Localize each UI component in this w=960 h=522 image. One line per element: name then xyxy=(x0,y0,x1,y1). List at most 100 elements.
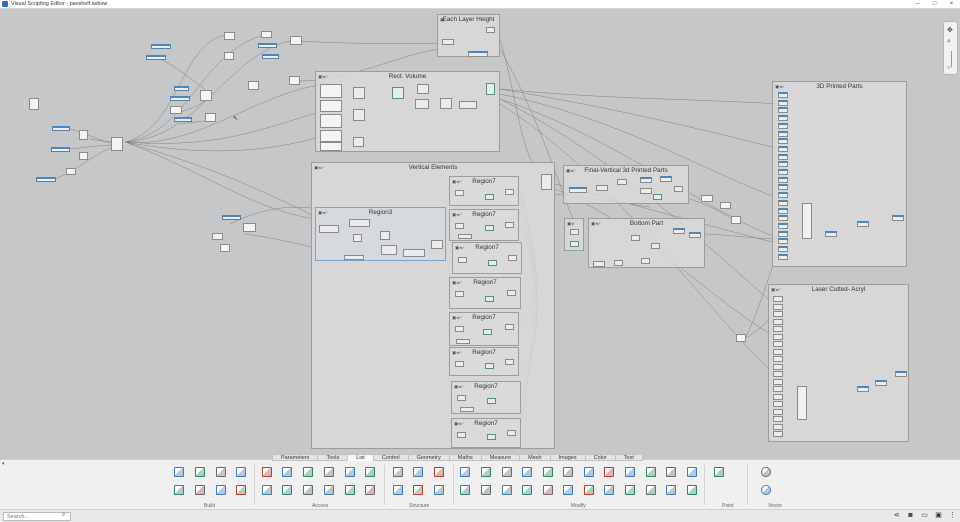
component-node[interactable] xyxy=(320,84,342,98)
input-node[interactable] xyxy=(778,122,788,129)
zoom-slider[interactable] xyxy=(951,51,952,67)
list-tool-icon[interactable] xyxy=(216,467,226,477)
pan-icon[interactable]: ✥ xyxy=(947,26,953,34)
list-tool-icon[interactable] xyxy=(604,467,614,477)
component-node[interactable] xyxy=(455,326,464,332)
input-node[interactable] xyxy=(778,207,788,214)
slider-node[interactable] xyxy=(36,177,56,182)
tab-mesh[interactable]: Mesh xyxy=(519,454,551,461)
list-tool-icon[interactable] xyxy=(282,485,292,495)
maximize-button[interactable]: □ xyxy=(926,0,943,9)
tab-control[interactable]: Control xyxy=(372,454,409,461)
component-node[interactable] xyxy=(483,329,492,335)
input-node[interactable] xyxy=(778,192,788,199)
minimize-button[interactable]: – xyxy=(909,0,926,9)
component-node[interactable] xyxy=(319,225,339,233)
component-node[interactable] xyxy=(200,90,212,101)
input-node[interactable] xyxy=(778,222,788,229)
list-tool-icon[interactable] xyxy=(584,467,594,477)
list-tool-icon[interactable] xyxy=(460,467,470,477)
group-region3[interactable]: ▣◂✓ Region3 xyxy=(315,207,446,261)
list-tool-icon[interactable] xyxy=(502,467,512,477)
input-node[interactable] xyxy=(778,99,788,106)
component-node[interactable] xyxy=(212,233,223,240)
list-tool-icon[interactable] xyxy=(687,485,697,495)
component-node[interactable] xyxy=(505,359,514,365)
tab-tools[interactable]: Tools xyxy=(317,454,349,461)
component-node[interactable] xyxy=(170,106,182,114)
list-tool-icon[interactable] xyxy=(543,467,553,477)
list-tool-icon[interactable] xyxy=(481,485,491,495)
component-node[interactable] xyxy=(392,87,404,99)
component-node[interactable] xyxy=(417,84,429,94)
input-node[interactable] xyxy=(773,431,783,437)
close-button[interactable]: × xyxy=(943,0,960,9)
component-node[interactable] xyxy=(403,249,425,257)
slider-node[interactable] xyxy=(468,51,488,57)
input-node[interactable] xyxy=(773,296,783,302)
list-tool-icon[interactable] xyxy=(345,485,355,495)
component-node[interactable] xyxy=(570,241,579,247)
group-region7[interactable]: ▣◂✓ Region7 xyxy=(449,209,519,241)
component-node[interactable] xyxy=(455,190,464,196)
component-node[interactable] xyxy=(243,223,256,232)
component-node[interactable] xyxy=(640,188,652,194)
tab-text[interactable]: Text xyxy=(614,454,643,461)
merge-node[interactable] xyxy=(802,203,812,239)
list-tool-icon[interactable] xyxy=(434,485,444,495)
component-node[interactable] xyxy=(485,194,494,200)
component-node[interactable] xyxy=(455,361,464,367)
component-node[interactable] xyxy=(731,216,741,224)
input-node[interactable] xyxy=(778,238,788,245)
input-node[interactable] xyxy=(773,408,783,415)
slider-node[interactable] xyxy=(262,54,279,59)
component-node[interactable] xyxy=(507,430,516,436)
input-node[interactable] xyxy=(778,92,788,98)
group-region7[interactable]: ▣◂✓ Region7 xyxy=(449,312,519,346)
component-node[interactable] xyxy=(248,81,259,90)
tab-geometry[interactable]: Geometry xyxy=(407,454,450,461)
component-node[interactable] xyxy=(380,231,390,240)
list-tool-icon[interactable] xyxy=(625,485,635,495)
list-tool-icon[interactable] xyxy=(481,467,491,477)
component-node[interactable] xyxy=(320,100,342,112)
component-node[interactable] xyxy=(440,98,452,109)
component-node[interactable] xyxy=(736,334,746,342)
slider-node[interactable] xyxy=(170,96,190,101)
component-node[interactable] xyxy=(261,31,272,38)
slider-node[interactable] xyxy=(673,228,685,234)
slider-node[interactable] xyxy=(875,380,887,386)
input-node[interactable] xyxy=(778,169,788,175)
component-node[interactable] xyxy=(487,398,496,404)
group-rect-volume[interactable]: ▣◂✓ Rect. Volume xyxy=(315,71,500,152)
component-node[interactable] xyxy=(349,219,370,227)
list-tool-icon[interactable] xyxy=(345,467,355,477)
component-node[interactable] xyxy=(442,39,454,45)
group-region7[interactable]: ▣◂✓ Region7 xyxy=(449,176,519,206)
component-node[interactable] xyxy=(631,235,640,241)
list-tool-icon[interactable] xyxy=(761,485,771,495)
component-node[interactable] xyxy=(505,189,514,195)
component-node[interactable] xyxy=(457,432,466,438)
tab-parameters[interactable]: Parameters xyxy=(272,454,319,461)
list-tool-icon[interactable] xyxy=(460,485,470,495)
list-tool-icon[interactable] xyxy=(236,467,246,477)
component-node[interactable] xyxy=(431,240,443,249)
input-node[interactable] xyxy=(773,311,783,317)
input-node[interactable] xyxy=(778,107,788,114)
slider-node[interactable] xyxy=(174,117,192,122)
slider-node[interactable] xyxy=(51,147,70,152)
image-icon[interactable]: ▣ xyxy=(934,512,943,520)
component-node[interactable] xyxy=(290,36,302,45)
tab-maths[interactable]: Maths xyxy=(448,454,482,461)
search-icon[interactable]: ⌕ xyxy=(62,512,65,519)
input-node[interactable] xyxy=(773,356,783,362)
slider-node[interactable] xyxy=(892,215,904,221)
input-node[interactable] xyxy=(773,326,783,332)
component-node[interactable] xyxy=(593,261,605,267)
input-node[interactable] xyxy=(773,416,783,422)
component-node[interactable] xyxy=(720,202,731,209)
component-node[interactable] xyxy=(111,137,123,151)
input-node[interactable] xyxy=(778,246,788,252)
list-tool-icon[interactable] xyxy=(393,485,403,495)
